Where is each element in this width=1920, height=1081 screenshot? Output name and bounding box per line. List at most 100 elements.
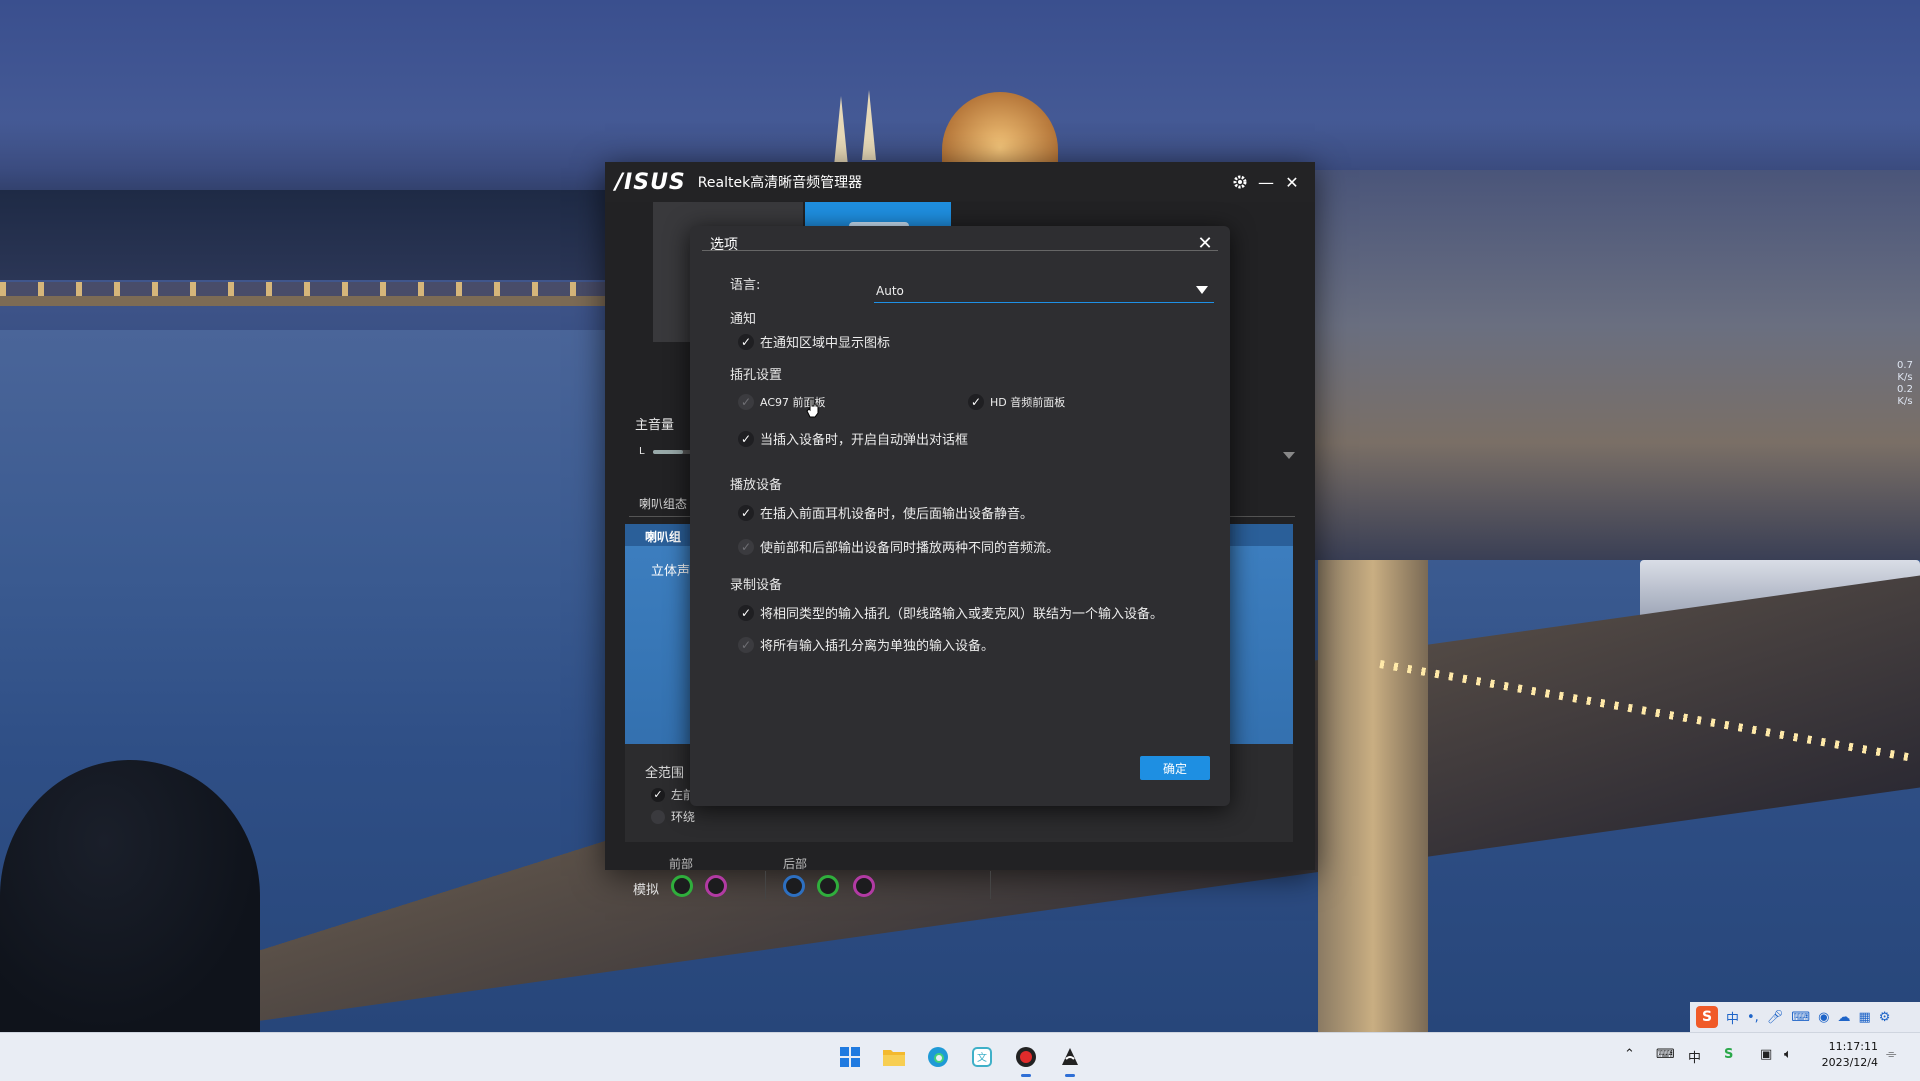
close-icon[interactable]: ✕ — [1279, 169, 1305, 195]
rear-pink-jack-icon[interactable] — [853, 875, 875, 897]
file-explorer-icon[interactable] — [878, 1041, 910, 1073]
net-up-unit: K/s — [1897, 372, 1913, 383]
dialog-title-rule — [702, 250, 1218, 251]
link-inputs-radio[interactable]: ✓ 将相同类型的输入插孔（即线路输入或麦克风）联结为一个输入设备。 — [738, 603, 1163, 622]
jack-section-heading: 插孔设置 — [730, 368, 783, 383]
full-range-surround-checkbox[interactable]: 环绕 — [651, 808, 695, 825]
main-volume-slider[interactable] — [653, 450, 693, 454]
options-dialog: 选项 ✕ 语言: Auto 通知 ✓ 在通知区域中显示图标 插孔设置 ✓ AC9… — [690, 226, 1230, 806]
separate-inputs-label: 将所有输入插孔分离为单独的输入设备。 — [760, 639, 995, 654]
tray-volume-icon[interactable]: 🔈︎ — [1784, 1047, 1792, 1062]
ime-settings-icon[interactable]: ⚙ — [1879, 1010, 1891, 1025]
check-icon: ✓ — [738, 636, 754, 653]
wallpaper-spire — [834, 96, 848, 166]
ime-keyboard-icon[interactable]: ⌨ — [1791, 1010, 1810, 1025]
front-green-jack-icon[interactable] — [671, 875, 693, 897]
device-dropdown-arrow-icon[interactable] — [1283, 452, 1295, 459]
notify-section-heading: 通知 — [730, 312, 757, 327]
tray-input-method-icon[interactable]: 中 — [1688, 1047, 1701, 1066]
minimize-icon[interactable]: — — [1253, 169, 1279, 195]
net-down-unit: K/s — [1897, 396, 1913, 407]
uncheck-icon — [651, 809, 665, 824]
ime-grid-icon[interactable]: ▦ — [1858, 1010, 1870, 1025]
tab-speaker-config[interactable]: 喇叭组态 — [639, 495, 687, 512]
ime-punctuation-icon[interactable]: •, — [1747, 1010, 1759, 1025]
check-icon: ✓ — [968, 394, 984, 410]
language-value: Auto — [876, 284, 904, 298]
network-speed-widget: 0.7 K/s 0.2 K/s — [1890, 360, 1920, 408]
start-windows-icon[interactable] — [834, 1041, 866, 1073]
net-down-value: 0.2 — [1897, 384, 1913, 395]
check-icon: ✓ — [651, 787, 665, 802]
wallpaper-parliament — [1310, 170, 1920, 560]
speaker-config-header-text: 喇叭组 — [645, 530, 682, 544]
main-volume-label: 主音量 — [635, 418, 675, 433]
analog-label: 模拟 — [633, 883, 660, 898]
wallpaper-spire — [862, 90, 876, 160]
full-range-label: 全范围 — [645, 766, 685, 781]
wallpaper-city-left — [0, 190, 610, 280]
clock-date: 2023/12/4 — [1821, 1056, 1878, 1069]
ime-cloud-icon[interactable]: ☁ — [1837, 1010, 1850, 1025]
wallpaper-bridge-deck — [0, 296, 610, 306]
check-icon: ✓ — [738, 604, 754, 621]
edge-browser-icon[interactable] — [922, 1041, 954, 1073]
ime-microphone-icon[interactable]: 🎤︎ — [1767, 1010, 1784, 1025]
check-icon: ✓ — [738, 538, 754, 555]
language-label: 语言: — [730, 278, 761, 293]
jack-separator — [990, 871, 991, 899]
realtek-audio-taskbar-icon[interactable] — [1054, 1041, 1086, 1077]
separate-inputs-radio[interactable]: ✓ 将所有输入插孔分离为单独的输入设备。 — [738, 635, 994, 654]
link-inputs-label: 将相同类型的输入插孔（即线路输入或麦克风）联结为一个输入设备。 — [760, 607, 1164, 622]
auto-popup-checkbox[interactable]: ✓ 当插入设备时，开启自动弹出对话框 — [738, 429, 968, 448]
settings-gear-icon[interactable] — [1227, 169, 1253, 195]
mute-rear-checkbox[interactable]: ✓ 在插入前面耳机设备时，使后面输出设备静音。 — [738, 503, 1033, 522]
full-range-surround-label: 环绕 — [671, 810, 696, 824]
speaker-mode-select[interactable]: 立体声 — [651, 560, 690, 579]
app-title: Realtek高清晰音频管理器 — [697, 175, 863, 191]
record-section-heading: 录制设备 — [730, 578, 783, 593]
hd-front-panel-radio[interactable]: ✓ HD 音频前面板 — [968, 394, 1065, 410]
wallpaper-bridge-tower — [1318, 560, 1428, 1032]
language-select[interactable]: Auto — [874, 280, 1214, 303]
dual-stream-checkbox[interactable]: ✓ 使前部和后部输出设备同时播放两种不同的音频流。 — [738, 537, 1059, 556]
playback-section-heading: 播放设备 — [730, 478, 783, 493]
ok-button[interactable]: 确定 — [1140, 756, 1210, 780]
notification-bell-icon[interactable]: ⌯ — [1886, 1047, 1896, 1062]
ime-skin-icon[interactable]: ◉ — [1818, 1010, 1829, 1025]
hd-label: HD 音频前面板 — [990, 396, 1066, 409]
ime-language-toggle[interactable]: 中 — [1726, 1008, 1739, 1027]
wallpaper-tree — [0, 760, 260, 1032]
rear-blue-jack-icon[interactable] — [783, 875, 805, 897]
rear-jacks-label: 后部 — [783, 857, 808, 871]
ime-toolbar[interactable]: S 中 •, 🎤︎ ⌨ ◉ ☁ ▦ ⚙ — [1690, 1002, 1920, 1032]
jacks-area: 前部 后部 模拟 — [605, 847, 1315, 910]
tray-keyboard-icon[interactable]: ⌨ — [1656, 1047, 1675, 1062]
auto-popup-label: 当插入设备时，开启自动弹出对话框 — [760, 433, 969, 448]
screen-recorder-icon[interactable] — [1010, 1041, 1042, 1077]
full-range-front-checkbox[interactable]: ✓ 左前 — [651, 786, 695, 803]
front-pink-jack-icon[interactable] — [705, 875, 727, 897]
tray-overflow-chevron-icon[interactable]: ⌃ — [1624, 1047, 1635, 1062]
jack-separator — [765, 871, 766, 899]
app-titlebar[interactable]: /ISUS Realtek高清晰音频管理器 — ✕ — [605, 162, 1315, 202]
asus-logo: /ISUS — [615, 169, 686, 195]
taskbar: 文 ⌃ ⌨ 中 S ▣ 🔈︎ 11:17:11 2023/12/4 ⌯ — [0, 1032, 1920, 1081]
rear-green-jack-icon[interactable] — [817, 875, 839, 897]
dual-stream-label: 使前部和后部输出设备同时播放两种不同的音频流。 — [760, 541, 1060, 556]
tray-network-icon[interactable]: ▣ — [1760, 1047, 1772, 1062]
front-jacks-label: 前部 — [669, 857, 694, 871]
check-icon: ✓ — [738, 504, 754, 521]
check-icon: ✓ — [738, 394, 754, 410]
notify-option-label: 在通知区域中显示图标 — [760, 336, 891, 351]
sogou-logo-icon[interactable]: S — [1696, 1006, 1718, 1028]
taskbar-clock[interactable]: 11:17:11 2023/12/4 — [1816, 1039, 1878, 1071]
notify-icon-checkbox[interactable]: ✓ 在通知区域中显示图标 — [738, 332, 890, 351]
translate-app-icon[interactable]: 文 — [966, 1041, 998, 1073]
dialog-title: 选项 — [710, 237, 738, 253]
volume-channel-label: L — [639, 446, 645, 457]
check-icon: ✓ — [738, 333, 754, 350]
tray-sogou-icon[interactable]: S — [1724, 1047, 1733, 1062]
net-up-value: 0.7 — [1897, 360, 1913, 371]
check-icon: ✓ — [738, 430, 754, 447]
